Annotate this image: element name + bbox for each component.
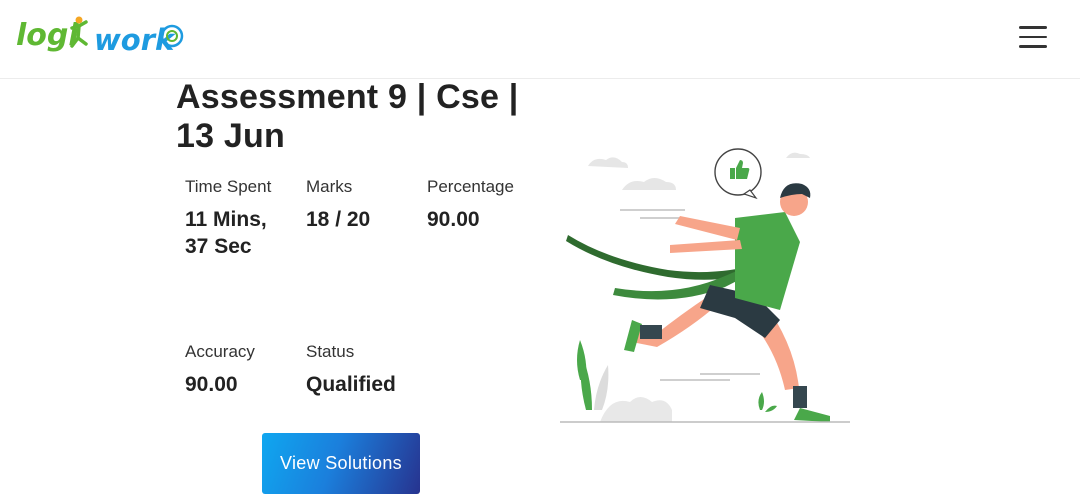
stat-status: Status Qualified (306, 341, 436, 398)
stat-value: Qualified (306, 373, 396, 396)
menu-bar-line (1019, 35, 1047, 39)
hamburger-menu-button[interactable] (1012, 22, 1054, 52)
menu-bar-line (1019, 26, 1047, 29)
stat-label: Accuracy (185, 342, 255, 361)
stat-accuracy: Accuracy 90.00 (185, 341, 295, 398)
stat-marks: Marks 18 / 20 (306, 176, 386, 233)
stat-percentage: Percentage 90.00 (427, 176, 557, 233)
runner-illustration-icon (560, 148, 850, 423)
logo[interactable]: logi work (16, 8, 186, 64)
stat-time-spent: Time Spent 11 Mins, 37 Sec (185, 176, 295, 260)
stat-value: 90.00 (427, 208, 480, 231)
stat-value: 18 / 20 (306, 208, 371, 231)
stat-label: Time Spent (185, 177, 272, 196)
menu-bar-line (1019, 45, 1047, 48)
stat-label: Status (306, 342, 355, 361)
stat-label: Marks (306, 177, 353, 196)
stat-value: 90.00 (185, 373, 238, 396)
assessment-title: Assessment 9 | Cse | 13 Jun (176, 78, 519, 155)
view-solutions-button[interactable]: View Solutions (262, 433, 420, 494)
stat-label: Percentage (427, 177, 514, 196)
top-navbar: logi work (0, 0, 1080, 79)
stat-value: 11 Mins, 37 Sec (185, 208, 267, 258)
logiwork-logo-icon: logi work (16, 16, 184, 57)
runner-finish-line-illustration (560, 140, 860, 430)
logo-text-logi: logi (16, 18, 79, 53)
